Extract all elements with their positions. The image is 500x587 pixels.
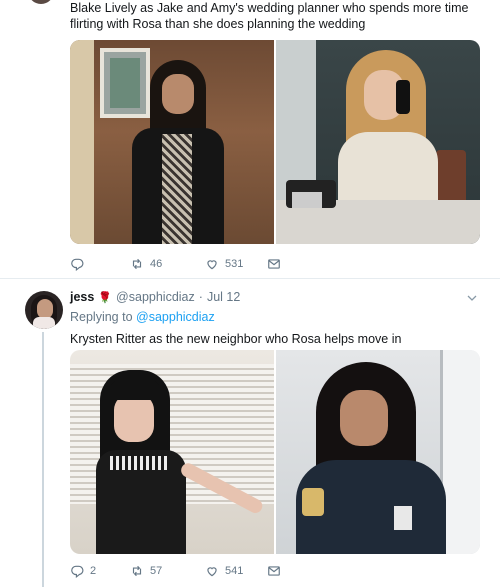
media-grid[interactable] — [70, 40, 480, 244]
caret-down-icon[interactable] — [466, 292, 478, 304]
tweet-2[interactable]: jess 🌹 @sapphicdiaz · Jul 12 Replying to… — [0, 279, 500, 587]
tweet-text: Krysten Ritter as the new neighbor who R… — [70, 332, 402, 346]
user-handle[interactable]: @sapphicdiaz — [116, 290, 195, 304]
photo-krysten[interactable] — [70, 350, 274, 554]
retweet-count: 57 — [150, 565, 163, 577]
replying-to: Replying to @sapphicdiaz — [70, 310, 215, 324]
tweet-1[interactable]: Blake Lively as Jake and Amy's wedding p… — [0, 0, 500, 278]
like-button[interactable]: 531 — [205, 257, 267, 271]
retweet-button[interactable]: 46 — [130, 257, 205, 271]
thread-line — [42, 332, 44, 587]
separator: · — [198, 290, 203, 304]
media-grid[interactable] — [70, 350, 480, 554]
like-icon — [207, 567, 217, 577]
photo-rosa-police-jacket[interactable] — [276, 350, 480, 554]
retweet-icon — [132, 258, 142, 270]
like-count: 541 — [225, 565, 244, 577]
retweet-button[interactable]: 57 — [130, 564, 205, 578]
direct-message-icon — [268, 566, 280, 576]
like-button[interactable]: 541 — [205, 564, 267, 578]
reply-count: 2 — [90, 565, 97, 577]
replying-prefix: Replying to — [70, 310, 133, 324]
reply-button[interactable] — [70, 257, 126, 271]
tweet-actions: 2 57 541 — [70, 564, 287, 578]
reply-button[interactable]: 2 — [70, 564, 126, 578]
like-icon — [207, 260, 217, 270]
direct-message-icon — [268, 259, 280, 269]
retweet-icon — [132, 565, 142, 577]
direct-message-button[interactable] — [267, 564, 287, 578]
avatar[interactable] — [25, 291, 63, 329]
replying-handle-link[interactable]: @sapphicdiaz — [136, 310, 215, 324]
photo-blake-phone[interactable] — [276, 40, 480, 244]
tweet-text: Blake Lively as Jake and Amy's wedding p… — [70, 1, 469, 31]
tweet-header: jess 🌹 @sapphicdiaz · Jul 12 — [70, 290, 240, 304]
photo-rosa-office[interactable] — [70, 40, 274, 244]
tweet-actions: 46 531 — [70, 257, 287, 271]
like-count: 531 — [225, 258, 244, 270]
reply-icon — [71, 258, 84, 271]
reply-icon — [71, 565, 84, 578]
direct-message-button[interactable] — [267, 257, 287, 271]
rose-icon: 🌹 — [98, 291, 113, 304]
retweet-count: 46 — [150, 258, 163, 270]
display-name[interactable]: jess — [70, 290, 94, 304]
tweet-date[interactable]: Jul 12 — [207, 290, 240, 304]
